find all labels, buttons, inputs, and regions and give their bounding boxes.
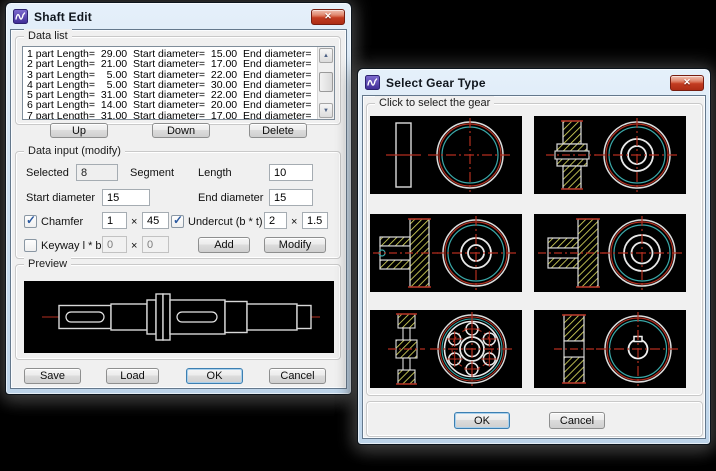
list-item[interactable]: 7 part Length= 31.00 Start diameter= 17.… — [27, 111, 317, 120]
select-gear-window: Select Gear Type Click to select the gea… — [357, 68, 711, 445]
keyway-b-field: 0 — [142, 236, 169, 253]
gear-option-long-hub[interactable] — [370, 214, 522, 292]
gear-select-group: Click to select the gear — [366, 103, 703, 396]
start-diameter-label: Start diameter — [26, 192, 95, 204]
close-button[interactable] — [670, 75, 704, 91]
down-button[interactable]: Down — [152, 123, 210, 138]
select-gear-titlebar[interactable]: Select Gear Type — [362, 73, 706, 95]
preview-group-label: Preview — [24, 257, 71, 271]
gear-footer-group: OK Cancel — [366, 401, 703, 437]
selected-label: Selected — [26, 167, 69, 179]
undercut-multiply-sign: × — [291, 216, 297, 228]
cancel-button[interactable]: Cancel — [269, 368, 326, 384]
gear-option-plain[interactable] — [370, 116, 522, 194]
data-list-group-label: Data list — [24, 29, 72, 43]
window-title: Select Gear Type — [386, 76, 486, 90]
start-diameter-field[interactable]: 15 — [102, 189, 150, 206]
save-button[interactable]: Save — [24, 368, 81, 384]
ok-button[interactable]: OK — [454, 412, 510, 429]
shaft-preview-canvas — [24, 281, 334, 353]
selected-field: 8 — [76, 164, 118, 181]
data-input-group-label: Data input (modify) — [24, 144, 125, 158]
app-icon — [365, 75, 380, 90]
shaft-segment-listbox[interactable]: 1 part Length= 29.00 Start diameter= 15.… — [22, 46, 335, 120]
listbox-scrollbar[interactable] — [317, 47, 334, 119]
gear-select-group-label: Click to select the gear — [375, 96, 494, 110]
desktop: Shaft Edit Data list 1 part Length= 29.0… — [0, 0, 716, 471]
chamfer-size-field[interactable]: 1 — [102, 212, 127, 229]
data-input-group: Data input (modify) Selected 8 Segment L… — [15, 151, 341, 259]
data-list-group: Data list 1 part Length= 29.00 Start dia… — [15, 36, 341, 125]
scrollbar-thumb[interactable] — [319, 72, 333, 92]
gear-option-short-hub[interactable] — [534, 214, 686, 292]
segment-label: Segment — [130, 167, 174, 179]
length-label: Length — [198, 167, 232, 179]
shaft-edit-titlebar[interactable]: Shaft Edit — [10, 7, 347, 29]
keyway-label: Keyway l * b — [41, 240, 102, 252]
close-icon — [683, 78, 691, 87]
preview-group: Preview — [15, 264, 341, 360]
keyway-multiply-sign: × — [131, 240, 137, 252]
undercut-t-field[interactable]: 1.5 — [302, 212, 328, 229]
end-diameter-field[interactable]: 15 — [269, 189, 313, 206]
add-button[interactable]: Add — [198, 237, 250, 253]
close-icon — [324, 12, 332, 21]
chamfer-checkbox[interactable] — [24, 215, 37, 228]
chamfer-angle-field[interactable]: 45 — [142, 212, 169, 229]
up-button[interactable]: Up — [50, 123, 108, 138]
window-title: Shaft Edit — [34, 10, 92, 24]
keyway-checkbox[interactable] — [24, 239, 37, 252]
gear-option-keyed-bore[interactable] — [534, 310, 686, 388]
gear-option-double-hub[interactable] — [534, 116, 686, 194]
scrollbar-down-icon[interactable] — [319, 103, 333, 118]
scrollbar-up-icon[interactable] — [319, 48, 333, 63]
end-diameter-label: End diameter — [198, 192, 263, 204]
chamfer-label: Chamfer — [41, 216, 83, 228]
modify-button[interactable]: Modify — [264, 237, 326, 253]
undercut-label: Undercut (b * t) — [188, 216, 263, 228]
gear-option-bolt-holes[interactable] — [370, 310, 522, 388]
app-icon — [13, 9, 28, 24]
shaft-segment-rows: 1 part Length= 29.00 Start diameter= 15.… — [23, 48, 317, 119]
cancel-button[interactable]: Cancel — [549, 412, 605, 429]
shaft-edit-window: Shaft Edit Data list 1 part Length= 29.0… — [5, 2, 352, 395]
load-button[interactable]: Load — [106, 368, 159, 384]
delete-button[interactable]: Delete — [249, 123, 307, 138]
undercut-b-field[interactable]: 2 — [264, 212, 287, 229]
undercut-checkbox[interactable] — [171, 215, 184, 228]
length-field[interactable]: 10 — [269, 164, 313, 181]
ok-button[interactable]: OK — [186, 368, 243, 384]
keyway-l-field: 0 — [102, 236, 127, 253]
close-button[interactable] — [311, 9, 345, 25]
chamfer-multiply-sign: × — [131, 216, 137, 228]
